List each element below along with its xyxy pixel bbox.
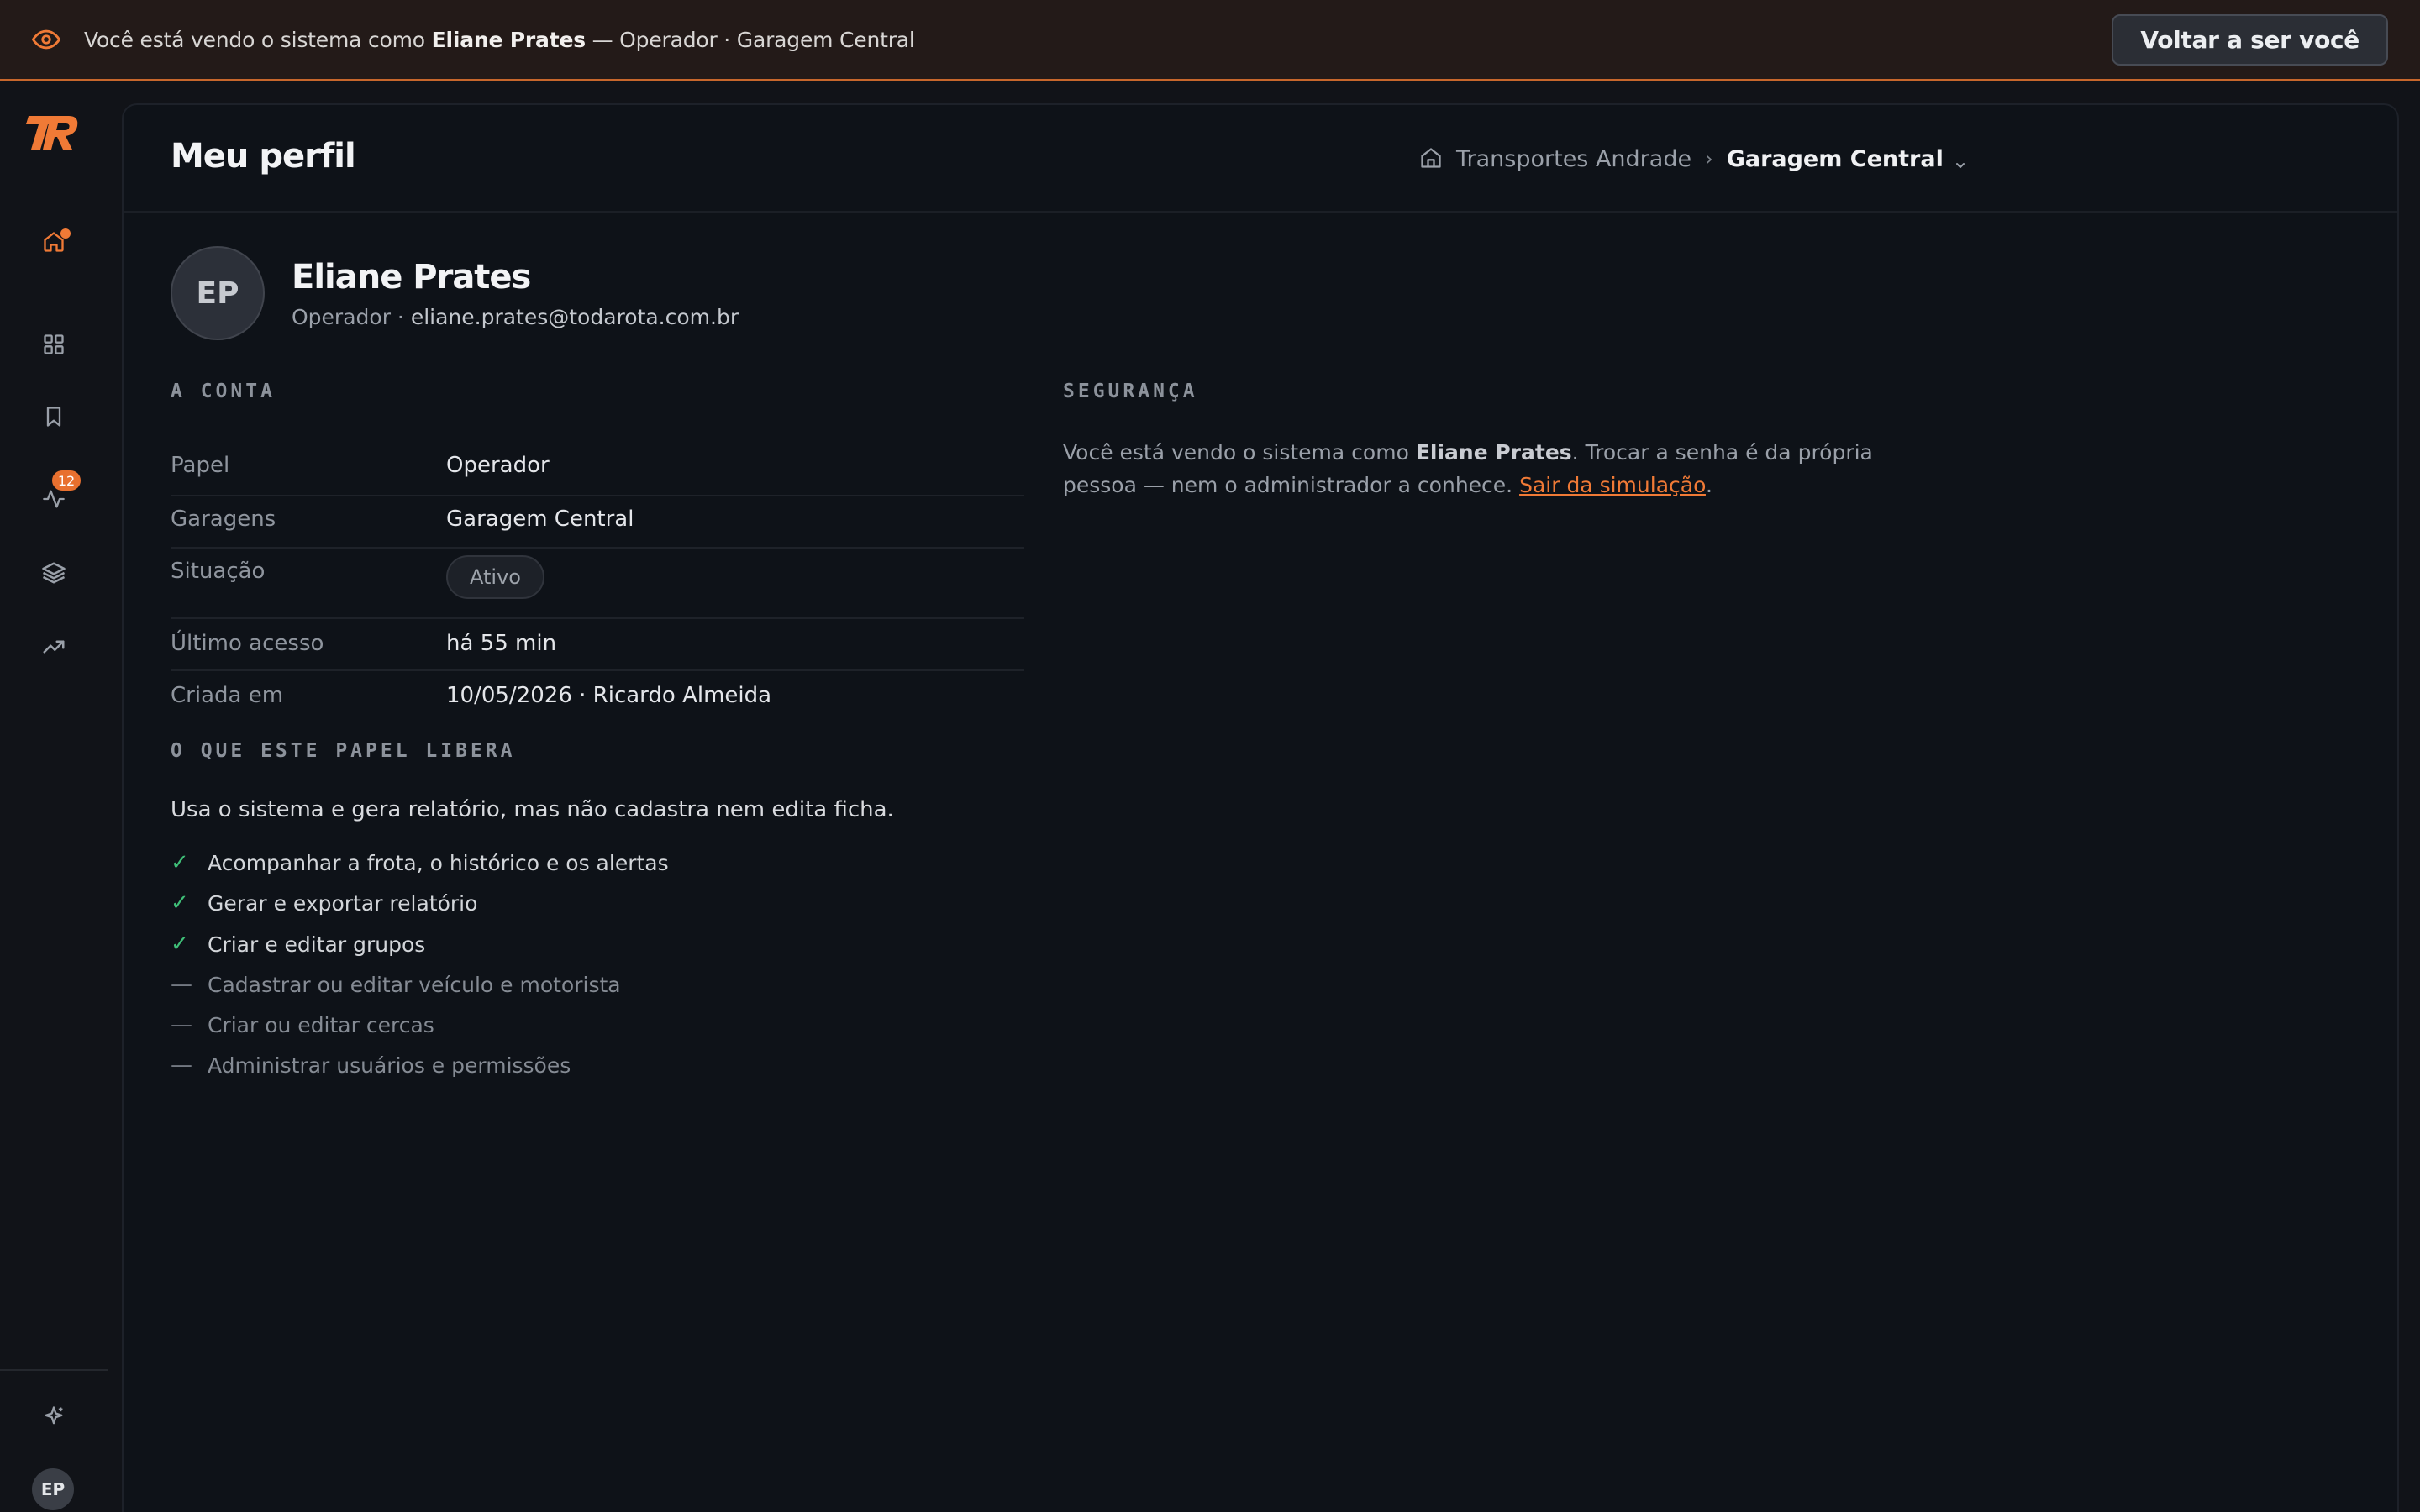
eye-icon — [32, 24, 64, 55]
account-row-garages: Garagens Garagem Central — [171, 496, 1024, 549]
row-label: Criada em — [171, 683, 284, 708]
security-text: Você está vendo o sistema como Eliane Pr… — [1063, 440, 1873, 497]
sparkle-icon — [42, 1404, 66, 1431]
sidebar-divider — [0, 1369, 108, 1371]
check-icon: ✓ — [171, 932, 189, 957]
profile-avatar: EP — [171, 246, 265, 340]
row-label: Último acesso — [171, 631, 324, 656]
nav-home[interactable] — [37, 227, 71, 260]
page-header: Meu perfil Transportes Andrade › Garagem… — [124, 105, 2397, 213]
nav-alerts[interactable]: 12 — [37, 470, 81, 517]
garage-selector[interactable]: Garagem Central — [1727, 146, 1944, 172]
row-value: Garagem Central — [446, 507, 634, 532]
row-label: Situação — [171, 559, 266, 584]
dash-icon: — — [171, 1012, 192, 1037]
account-row-status: Situação Ativo — [171, 549, 1024, 619]
dash-icon: — — [171, 972, 192, 997]
security-user: Eliane Prates — [1415, 440, 1572, 465]
permissions-section-title: O QUE ESTE PAPEL LIBERA — [171, 740, 516, 762]
breadcrumb: Transportes Andrade › Garagem Central — [1419, 142, 1967, 176]
row-value: 10/05/2026 · Ricardo Almeida — [446, 683, 772, 708]
row-label: Papel — [171, 453, 230, 478]
app-logo[interactable] — [25, 113, 81, 153]
account-section-title: A CONTA — [171, 381, 276, 402]
dash-icon: — — [171, 1053, 192, 1078]
nav-assistant[interactable] — [37, 1401, 71, 1435]
security-section-title: SEGURANÇA — [1063, 381, 1198, 402]
permission-item: — Cadastrar ou editar veículo e motorist… — [171, 972, 621, 997]
main-panel: Meu perfil Transportes Andrade › Garagem… — [122, 103, 2399, 1512]
sidebar: 12 EP — [0, 82, 108, 1512]
nav-bookmarks[interactable] — [37, 402, 71, 435]
account-row-created: Criada em 10/05/2026 · Ricardo Almeida — [171, 671, 1024, 723]
row-value: há 55 min — [446, 631, 557, 656]
trending-up-icon — [41, 634, 66, 663]
row-value: Operador — [446, 453, 550, 478]
permission-item: — Criar ou editar cercas — [171, 1012, 434, 1037]
page-title: Meu perfil — [171, 137, 356, 176]
banner-user: Eliane Prates — [431, 27, 586, 52]
check-icon: ✓ — [171, 890, 189, 916]
account-row-role: Papel Operador — [171, 444, 1024, 496]
profile-subtitle: Operador · eliane.prates@todarota.com.br — [292, 305, 739, 329]
breadcrumb-org[interactable]: Transportes Andrade — [1456, 146, 1691, 172]
status-badge: Ativo — [446, 555, 544, 599]
home-outline-icon — [1419, 146, 1444, 171]
notification-dot — [60, 228, 71, 239]
bookmark-icon — [42, 405, 66, 432]
activity-icon — [42, 487, 66, 514]
role-description: Usa o sistema e gera relatório, mas não … — [171, 797, 894, 822]
permission-item: — Administrar usuários e permissões — [171, 1053, 571, 1078]
nav-layers[interactable] — [37, 558, 71, 591]
back-to-self-button[interactable]: Voltar a ser você — [2112, 14, 2388, 66]
user-avatar[interactable]: EP — [32, 1468, 74, 1510]
layers-icon — [41, 560, 66, 589]
row-label: Garagens — [171, 507, 276, 532]
account-row-last-access: Último acesso há 55 min — [171, 619, 1024, 671]
alerts-count-badge: 12 — [52, 470, 81, 491]
grid-icon — [42, 333, 66, 360]
chevron-down-icon[interactable] — [1954, 152, 1967, 168]
nav-dashboard[interactable] — [37, 329, 71, 363]
check-icon: ✓ — [171, 850, 189, 875]
permission-item: ✓ Acompanhar a frota, o histórico e os a… — [171, 850, 669, 875]
permission-item: ✓ Gerar e exportar relatório — [171, 890, 478, 916]
exit-simulation-link[interactable]: Sair da simulação — [1519, 473, 1706, 497]
breadcrumb-separator: › — [1705, 147, 1713, 171]
impersonation-banner: Você está vendo o sistema como Eliane Pr… — [0, 0, 2420, 81]
profile-name: Eliane Prates — [292, 258, 531, 297]
nav-reports[interactable] — [37, 632, 71, 665]
banner-text: Você está vendo o sistema como Eliane Pr… — [84, 27, 915, 52]
profile-email: eliane.prates@todarota.com.br — [410, 305, 739, 329]
profile-role: Operador · — [292, 305, 411, 329]
permission-item: ✓ Criar e editar grupos — [171, 932, 426, 957]
